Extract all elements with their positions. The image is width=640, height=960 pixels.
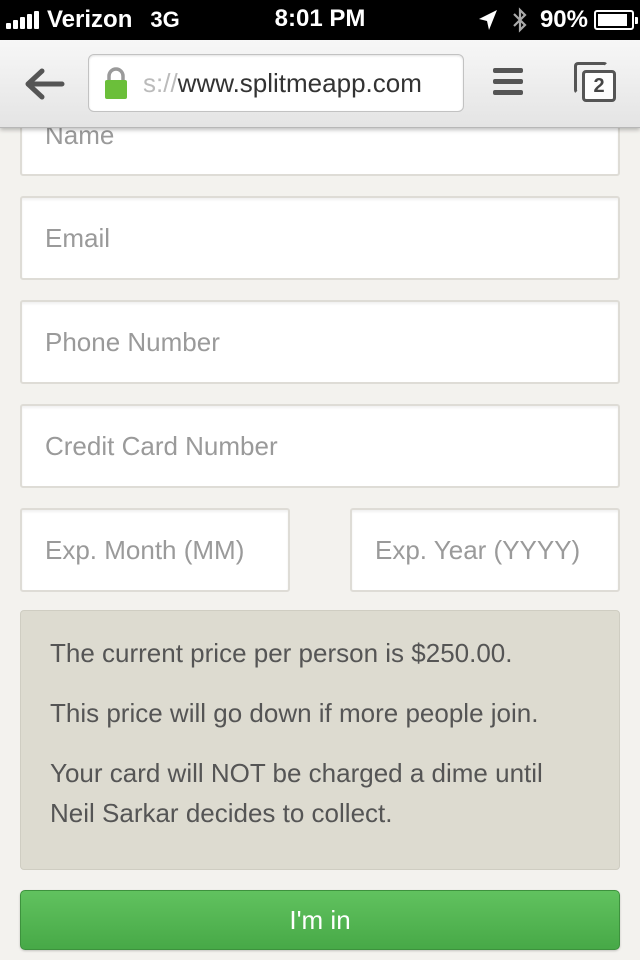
exp-month-placeholder: Exp. Month (MM)	[45, 534, 245, 565]
bluetooth-icon	[513, 7, 527, 33]
price-info-box: The current price per person is $250.00.…	[20, 610, 620, 870]
charge-note: Your card will NOT be charged a dime unt…	[50, 758, 543, 828]
url-host: www.splitmeapp.com	[177, 67, 422, 98]
phone-field[interactable]: Phone Number	[20, 300, 620, 384]
exp-month-field[interactable]: Exp. Month (MM)	[20, 508, 290, 592]
credit-card-placeholder: Credit Card Number	[45, 430, 278, 461]
url-scheme: s://	[143, 67, 178, 98]
location-arrow-icon	[478, 10, 497, 30]
exp-year-field[interactable]: Exp. Year (YYYY)	[350, 508, 620, 592]
network-label: 3G	[150, 7, 180, 32]
email-placeholder: Email	[45, 222, 111, 253]
battery-icon	[594, 10, 638, 30]
im-in-button[interactable]: I'm in	[20, 890, 620, 950]
status-bar: Verizon 3G 8:01 PM 90%	[0, 0, 640, 40]
back-arrow-icon[interactable]	[22, 62, 66, 106]
lock-icon	[105, 67, 127, 99]
battery-level	[598, 14, 627, 26]
exp-year-placeholder: Exp. Year (YYYY)	[375, 534, 581, 565]
phone-placeholder: Phone Number	[45, 326, 220, 357]
price-text: The current price per person is $250.00.	[50, 638, 513, 668]
email-field[interactable]: Email	[20, 196, 620, 280]
address-bar[interactable]: s://www.splitmeapp.com	[88, 54, 464, 112]
tabs-icon[interactable]: 2	[572, 58, 622, 108]
battery-percent: 90%	[539, 6, 588, 33]
url-text: s://www.splitmeapp.com	[143, 68, 422, 99]
menu-icon[interactable]	[490, 64, 526, 100]
price-note: This price will go down if more people j…	[50, 698, 539, 728]
tab-count: 2	[582, 70, 616, 102]
credit-card-field[interactable]: Credit Card Number	[20, 404, 620, 488]
browser-toolbar: s://www.splitmeapp.com 2	[0, 40, 640, 128]
carrier-label: Verizon	[47, 6, 133, 33]
signal-icon	[6, 11, 41, 29]
